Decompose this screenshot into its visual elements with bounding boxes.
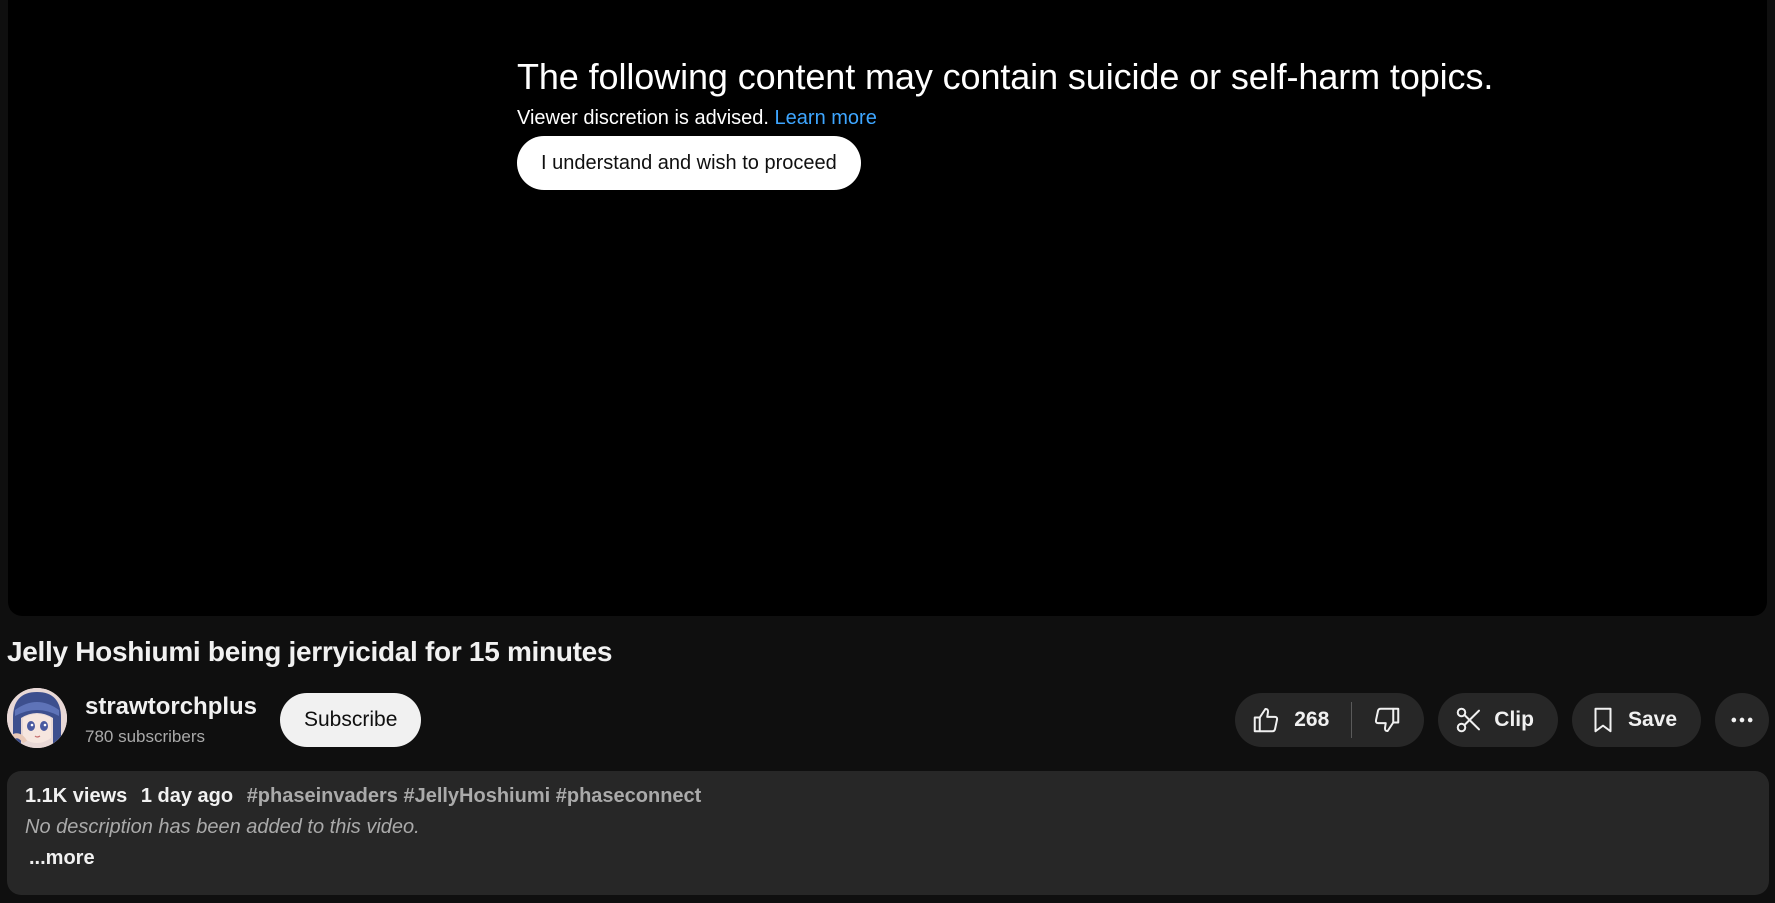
video-title: Jelly Hoshiumi being jerryicidal for 15 … — [7, 636, 613, 667]
avatar[interactable] — [7, 688, 67, 748]
description-empty-text: No description has been added to this vi… — [25, 816, 420, 838]
dislike-button[interactable] — [1352, 693, 1424, 747]
description-box[interactable]: 1.1K views 1 day ago #phaseinvaders #Jel… — [7, 771, 1769, 895]
hashtags: #phaseinvaders #JellyHoshiumi #phaseconn… — [247, 785, 702, 807]
warning-subtitle-text: Viewer discretion is advised. — [517, 107, 769, 129]
learn-more-link[interactable]: Learn more — [775, 107, 877, 129]
scissors-icon — [1454, 705, 1484, 735]
description-meta: 1.1K views 1 day ago #phaseinvaders #Jel… — [25, 785, 1751, 808]
thumbs-down-icon — [1372, 705, 1402, 735]
proceed-button[interactable]: I understand and wish to proceed — [517, 136, 861, 190]
owner-row: strawtorchplus 780 subscribers Subscribe… — [7, 688, 1769, 750]
clip-button[interactable]: Clip — [1438, 693, 1558, 747]
channel-name[interactable]: strawtorchplus — [85, 693, 257, 721]
hashtag-link[interactable]: #JellyHoshiumi — [403, 785, 550, 807]
content-warning: The following content may contain suicid… — [517, 56, 1493, 190]
upload-date: 1 day ago — [140, 785, 234, 807]
more-horizontal-icon — [1728, 706, 1756, 734]
show-more-button[interactable]: ...more — [29, 847, 1751, 870]
view-count: 1.1K views — [25, 785, 128, 807]
save-label: Save — [1627, 708, 1677, 731]
subscriber-count: 780 subscribers — [85, 727, 206, 746]
video-player[interactable]: The following content may contain suicid… — [8, 0, 1767, 616]
hashtag-link[interactable]: #phaseconnect — [556, 785, 702, 807]
warning-subtitle: Viewer discretion is advised. Learn more — [517, 107, 1493, 130]
like-button[interactable]: 268 — [1235, 693, 1351, 747]
thumbs-up-icon — [1251, 705, 1281, 735]
channel-info: strawtorchplus 780 subscribers — [85, 693, 257, 747]
more-actions-button[interactable] — [1715, 693, 1769, 747]
like-dislike-group: 268 — [1235, 693, 1425, 747]
hashtag-link[interactable]: #phaseinvaders — [247, 785, 398, 807]
action-bar: 268 Clip Save — [1235, 693, 1769, 747]
subscribe-button[interactable]: Subscribe — [280, 693, 422, 747]
clip-label: Clip — [1494, 708, 1534, 731]
save-button[interactable]: Save — [1571, 693, 1701, 747]
like-count: 268 — [1294, 708, 1330, 731]
bookmark-icon — [1588, 705, 1618, 735]
warning-title: The following content may contain suicid… — [517, 56, 1494, 97]
